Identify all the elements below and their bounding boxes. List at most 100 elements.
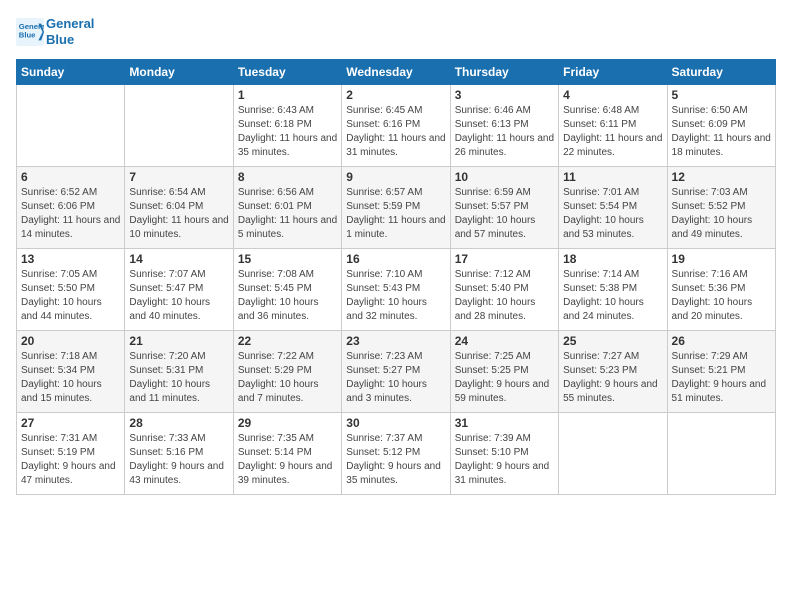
col-header-friday: Friday — [559, 60, 667, 85]
calendar-cell: 5 Sunrise: 6:50 AMSunset: 6:09 PMDayligh… — [667, 85, 775, 167]
day-number: 17 — [455, 252, 554, 266]
calendar-cell: 10 Sunrise: 6:59 AMSunset: 5:57 PMDaylig… — [450, 167, 558, 249]
day-info: Sunrise: 7:23 AMSunset: 5:27 PMDaylight:… — [346, 350, 445, 406]
day-info: Sunrise: 7:29 AMSunset: 5:21 PMDaylight:… — [672, 350, 771, 406]
day-info: Sunrise: 7:39 AMSunset: 5:10 PMDaylight:… — [455, 432, 554, 488]
calendar-cell: 1 Sunrise: 6:43 AMSunset: 6:18 PMDayligh… — [233, 85, 341, 167]
svg-text:Blue: Blue — [19, 30, 36, 39]
col-header-thursday: Thursday — [450, 60, 558, 85]
calendar-cell: 28 Sunrise: 7:33 AMSunset: 5:16 PMDaylig… — [125, 413, 233, 495]
calendar-cell: 15 Sunrise: 7:08 AMSunset: 5:45 PMDaylig… — [233, 249, 341, 331]
day-info: Sunrise: 6:43 AMSunset: 6:18 PMDaylight:… — [238, 104, 337, 160]
calendar-cell — [17, 85, 125, 167]
calendar-cell: 16 Sunrise: 7:10 AMSunset: 5:43 PMDaylig… — [342, 249, 450, 331]
day-number: 20 — [21, 334, 120, 348]
calendar-cell: 25 Sunrise: 7:27 AMSunset: 5:23 PMDaylig… — [559, 331, 667, 413]
calendar-cell — [559, 413, 667, 495]
day-info: Sunrise: 6:48 AMSunset: 6:11 PMDaylight:… — [563, 104, 662, 160]
day-info: Sunrise: 6:46 AMSunset: 6:13 PMDaylight:… — [455, 104, 554, 160]
day-number: 24 — [455, 334, 554, 348]
calendar-cell: 24 Sunrise: 7:25 AMSunset: 5:25 PMDaylig… — [450, 331, 558, 413]
day-number: 22 — [238, 334, 337, 348]
day-info: Sunrise: 7:37 AMSunset: 5:12 PMDaylight:… — [346, 432, 445, 488]
day-number: 27 — [21, 416, 120, 430]
calendar-cell: 31 Sunrise: 7:39 AMSunset: 5:10 PMDaylig… — [450, 413, 558, 495]
day-info: Sunrise: 7:35 AMSunset: 5:14 PMDaylight:… — [238, 432, 337, 488]
calendar-cell: 6 Sunrise: 6:52 AMSunset: 6:06 PMDayligh… — [17, 167, 125, 249]
calendar-cell: 18 Sunrise: 7:14 AMSunset: 5:38 PMDaylig… — [559, 249, 667, 331]
calendar-cell: 11 Sunrise: 7:01 AMSunset: 5:54 PMDaylig… — [559, 167, 667, 249]
day-number: 30 — [346, 416, 445, 430]
page-header: General Blue General Blue — [16, 16, 776, 47]
calendar-cell: 3 Sunrise: 6:46 AMSunset: 6:13 PMDayligh… — [450, 85, 558, 167]
calendar-cell: 12 Sunrise: 7:03 AMSunset: 5:52 PMDaylig… — [667, 167, 775, 249]
day-info: Sunrise: 6:57 AMSunset: 5:59 PMDaylight:… — [346, 186, 445, 242]
day-info: Sunrise: 7:01 AMSunset: 5:54 PMDaylight:… — [563, 186, 662, 242]
day-number: 31 — [455, 416, 554, 430]
day-info: Sunrise: 7:10 AMSunset: 5:43 PMDaylight:… — [346, 268, 445, 324]
day-number: 3 — [455, 88, 554, 102]
calendar-cell: 2 Sunrise: 6:45 AMSunset: 6:16 PMDayligh… — [342, 85, 450, 167]
calendar-cell: 17 Sunrise: 7:12 AMSunset: 5:40 PMDaylig… — [450, 249, 558, 331]
day-info: Sunrise: 7:14 AMSunset: 5:38 PMDaylight:… — [563, 268, 662, 324]
day-number: 21 — [129, 334, 228, 348]
col-header-wednesday: Wednesday — [342, 60, 450, 85]
calendar-cell: 19 Sunrise: 7:16 AMSunset: 5:36 PMDaylig… — [667, 249, 775, 331]
calendar-cell: 30 Sunrise: 7:37 AMSunset: 5:12 PMDaylig… — [342, 413, 450, 495]
day-number: 10 — [455, 170, 554, 184]
calendar-week-2: 6 Sunrise: 6:52 AMSunset: 6:06 PMDayligh… — [17, 167, 776, 249]
calendar-cell: 29 Sunrise: 7:35 AMSunset: 5:14 PMDaylig… — [233, 413, 341, 495]
day-info: Sunrise: 7:22 AMSunset: 5:29 PMDaylight:… — [238, 350, 337, 406]
day-number: 1 — [238, 88, 337, 102]
day-number: 5 — [672, 88, 771, 102]
calendar-cell: 14 Sunrise: 7:07 AMSunset: 5:47 PMDaylig… — [125, 249, 233, 331]
calendar-cell: 7 Sunrise: 6:54 AMSunset: 6:04 PMDayligh… — [125, 167, 233, 249]
day-info: Sunrise: 7:20 AMSunset: 5:31 PMDaylight:… — [129, 350, 228, 406]
day-number: 23 — [346, 334, 445, 348]
calendar-week-5: 27 Sunrise: 7:31 AMSunset: 5:19 PMDaylig… — [17, 413, 776, 495]
day-number: 29 — [238, 416, 337, 430]
day-number: 9 — [346, 170, 445, 184]
day-number: 16 — [346, 252, 445, 266]
day-info: Sunrise: 7:12 AMSunset: 5:40 PMDaylight:… — [455, 268, 554, 324]
day-number: 18 — [563, 252, 662, 266]
calendar-cell: 13 Sunrise: 7:05 AMSunset: 5:50 PMDaylig… — [17, 249, 125, 331]
day-info: Sunrise: 6:50 AMSunset: 6:09 PMDaylight:… — [672, 104, 771, 160]
logo-icon: General Blue — [16, 18, 44, 46]
day-number: 25 — [563, 334, 662, 348]
calendar-table: SundayMondayTuesdayWednesdayThursdayFrid… — [16, 59, 776, 495]
col-header-tuesday: Tuesday — [233, 60, 341, 85]
calendar-cell: 9 Sunrise: 6:57 AMSunset: 5:59 PMDayligh… — [342, 167, 450, 249]
calendar-cell — [667, 413, 775, 495]
day-number: 14 — [129, 252, 228, 266]
logo: General Blue General Blue — [16, 16, 94, 47]
calendar-cell: 4 Sunrise: 6:48 AMSunset: 6:11 PMDayligh… — [559, 85, 667, 167]
day-number: 19 — [672, 252, 771, 266]
day-number: 28 — [129, 416, 228, 430]
day-info: Sunrise: 7:31 AMSunset: 5:19 PMDaylight:… — [21, 432, 120, 488]
logo-text: General — [46, 16, 94, 32]
day-number: 26 — [672, 334, 771, 348]
calendar-cell: 22 Sunrise: 7:22 AMSunset: 5:29 PMDaylig… — [233, 331, 341, 413]
day-info: Sunrise: 7:33 AMSunset: 5:16 PMDaylight:… — [129, 432, 228, 488]
day-info: Sunrise: 7:03 AMSunset: 5:52 PMDaylight:… — [672, 186, 771, 242]
day-number: 12 — [672, 170, 771, 184]
day-info: Sunrise: 6:56 AMSunset: 6:01 PMDaylight:… — [238, 186, 337, 242]
day-number: 8 — [238, 170, 337, 184]
calendar-header-row: SundayMondayTuesdayWednesdayThursdayFrid… — [17, 60, 776, 85]
calendar-cell: 8 Sunrise: 6:56 AMSunset: 6:01 PMDayligh… — [233, 167, 341, 249]
day-info: Sunrise: 6:54 AMSunset: 6:04 PMDaylight:… — [129, 186, 228, 242]
col-header-sunday: Sunday — [17, 60, 125, 85]
day-number: 6 — [21, 170, 120, 184]
day-number: 15 — [238, 252, 337, 266]
day-info: Sunrise: 6:59 AMSunset: 5:57 PMDaylight:… — [455, 186, 554, 242]
calendar-week-3: 13 Sunrise: 7:05 AMSunset: 5:50 PMDaylig… — [17, 249, 776, 331]
calendar-cell: 27 Sunrise: 7:31 AMSunset: 5:19 PMDaylig… — [17, 413, 125, 495]
calendar-cell: 26 Sunrise: 7:29 AMSunset: 5:21 PMDaylig… — [667, 331, 775, 413]
calendar-week-4: 20 Sunrise: 7:18 AMSunset: 5:34 PMDaylig… — [17, 331, 776, 413]
day-info: Sunrise: 7:08 AMSunset: 5:45 PMDaylight:… — [238, 268, 337, 324]
day-info: Sunrise: 7:16 AMSunset: 5:36 PMDaylight:… — [672, 268, 771, 324]
calendar-cell: 20 Sunrise: 7:18 AMSunset: 5:34 PMDaylig… — [17, 331, 125, 413]
day-number: 13 — [21, 252, 120, 266]
day-info: Sunrise: 7:25 AMSunset: 5:25 PMDaylight:… — [455, 350, 554, 406]
